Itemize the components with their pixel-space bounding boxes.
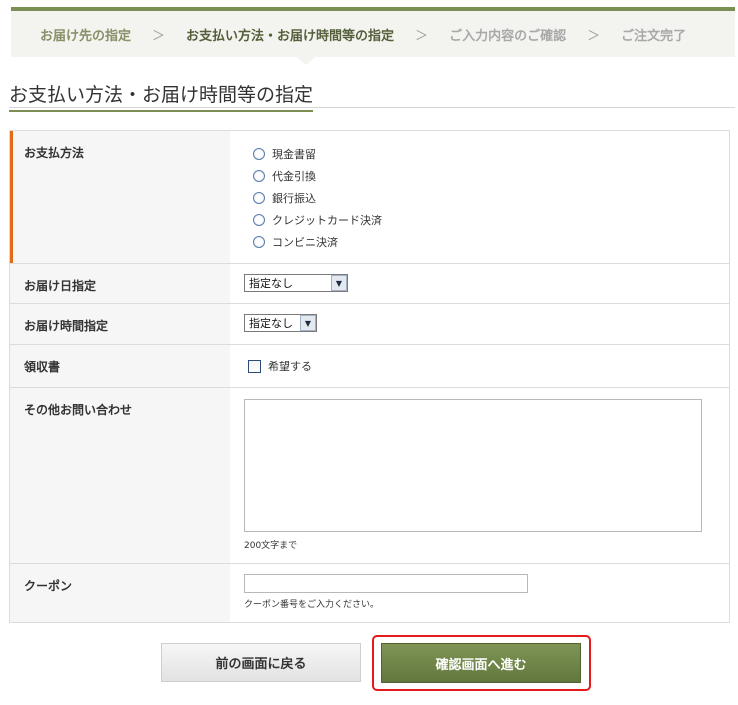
payment-method-field: 現金書留 代金引換 銀行振込 クレジットカード決済 コンビニ決済 [230, 131, 729, 263]
inquiry-char-limit-note: 200文字まで [244, 541, 298, 551]
delivery-date-field: 指定なし ▼ [230, 264, 729, 303]
delivery-time-row: お届け時間指定 指定なし ▼ [10, 304, 729, 345]
receipt-field: 希望する [230, 345, 729, 387]
delivery-time-field: 指定なし ▼ [230, 304, 729, 344]
radio-button[interactable] [253, 192, 265, 204]
chevron-down-icon[interactable]: ▼ [300, 315, 316, 331]
payment-option-bank-transfer[interactable]: 銀行振込 [248, 187, 729, 209]
delivery-date-row: お届け日指定 指定なし ▼ [10, 264, 729, 304]
radio-button[interactable] [253, 170, 265, 182]
coupon-label: クーポン [10, 564, 230, 622]
payment-option-label: 現金書留 [272, 148, 316, 161]
chevron-right-icon: ＞ [152, 28, 166, 44]
payment-option-label: 代金引換 [272, 170, 316, 183]
receipt-row: 領収書 希望する [10, 345, 729, 388]
back-button[interactable]: 前の画面に戻る [161, 643, 361, 682]
payment-option-label: 銀行振込 [272, 192, 316, 205]
payment-method-row: お支払方法 現金書留 代金引換 銀行振込 クレジットカード決済 コンビニ決済 [10, 131, 729, 264]
chevron-down-icon[interactable]: ▼ [331, 275, 347, 291]
step-shipping-address: お届け先の指定 [40, 28, 132, 44]
inquiry-row: その他お問い合わせ 200文字まで [10, 388, 729, 564]
receipt-checkbox[interactable] [248, 359, 261, 373]
payment-option-cash-registered[interactable]: 現金書留 [248, 143, 729, 165]
payment-option-label: クレジットカード決済 [272, 214, 382, 227]
receipt-option-label: 希望する [268, 360, 312, 373]
inquiry-textarea[interactable] [244, 399, 702, 532]
radio-button[interactable] [253, 214, 265, 226]
receipt-checkbox-option[interactable]: 希望する [248, 358, 729, 374]
receipt-label: 領収書 [10, 345, 230, 387]
inquiry-label: その他お問い合わせ [10, 388, 230, 563]
step-complete: ご注文完了 [621, 28, 687, 44]
payment-option-credit-card[interactable]: クレジットカード決済 [248, 209, 729, 231]
coupon-help-text: クーポン番号をご入力ください。 [244, 600, 380, 610]
delivery-date-selected: 指定なし [249, 277, 293, 290]
delivery-date-label: お届け日指定 [10, 264, 230, 303]
inquiry-field: 200文字まで [230, 388, 729, 563]
coupon-row: クーポン クーポン番号をご入力ください。 [10, 564, 729, 623]
payment-option-convenience-store[interactable]: コンビニ決済 [248, 231, 729, 253]
delivery-time-select[interactable]: 指定なし ▼ [244, 314, 317, 332]
coupon-input[interactable] [244, 574, 528, 593]
order-options-form: お支払方法 現金書留 代金引換 銀行振込 クレジットカード決済 コンビニ決済 お… [9, 130, 730, 623]
radio-button[interactable] [253, 236, 265, 248]
delivery-time-selected: 指定なし [249, 317, 293, 330]
delivery-date-select[interactable]: 指定なし ▼ [244, 274, 348, 292]
payment-method-label: お支払方法 [10, 131, 230, 263]
delivery-time-label: お届け時間指定 [10, 304, 230, 344]
title-divider [9, 107, 735, 108]
proceed-to-confirm-button[interactable]: 確認画面へ進む [381, 643, 581, 683]
chevron-right-icon: ＞ [587, 28, 601, 44]
checkout-step-bar: お届け先の指定 ＞ お支払い方法・お届け時間等の指定 ＞ ご入力内容のご確認 ＞… [11, 7, 735, 65]
step-payment-delivery: お支払い方法・お届け時間等の指定 [186, 28, 395, 44]
payment-option-cod[interactable]: 代金引換 [248, 165, 729, 187]
coupon-field: クーポン番号をご入力ください。 [230, 564, 729, 622]
radio-button[interactable] [253, 148, 265, 160]
step-confirm: ご入力内容のご確認 [449, 28, 567, 44]
chevron-right-icon: ＞ [415, 28, 429, 44]
payment-option-label: コンビニ決済 [272, 236, 338, 249]
